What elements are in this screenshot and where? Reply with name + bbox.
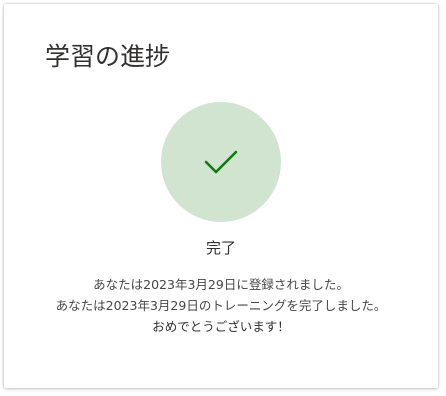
checkmark-icon xyxy=(204,150,238,174)
registration-date-text: あなたは2023年3月29日に登録されました。 xyxy=(93,277,349,292)
completion-status-label: 完了 xyxy=(205,239,236,257)
completion-indicator xyxy=(161,102,281,222)
completion-message: あなたは2023年3月29日に登録されました。 あなたは2023年3月29日のト… xyxy=(46,274,396,337)
congratulations-text: おめでとうございます！ xyxy=(152,319,290,334)
card-title: 学習の進捗 xyxy=(45,42,171,71)
learning-progress-card: 学習の進捗 完了 あなたは2023年3月29日に登録されました。 あなたは202… xyxy=(4,4,438,388)
completion-date-text: あなたは2023年3月29日のトレーニングを完了しました。 xyxy=(55,298,387,313)
